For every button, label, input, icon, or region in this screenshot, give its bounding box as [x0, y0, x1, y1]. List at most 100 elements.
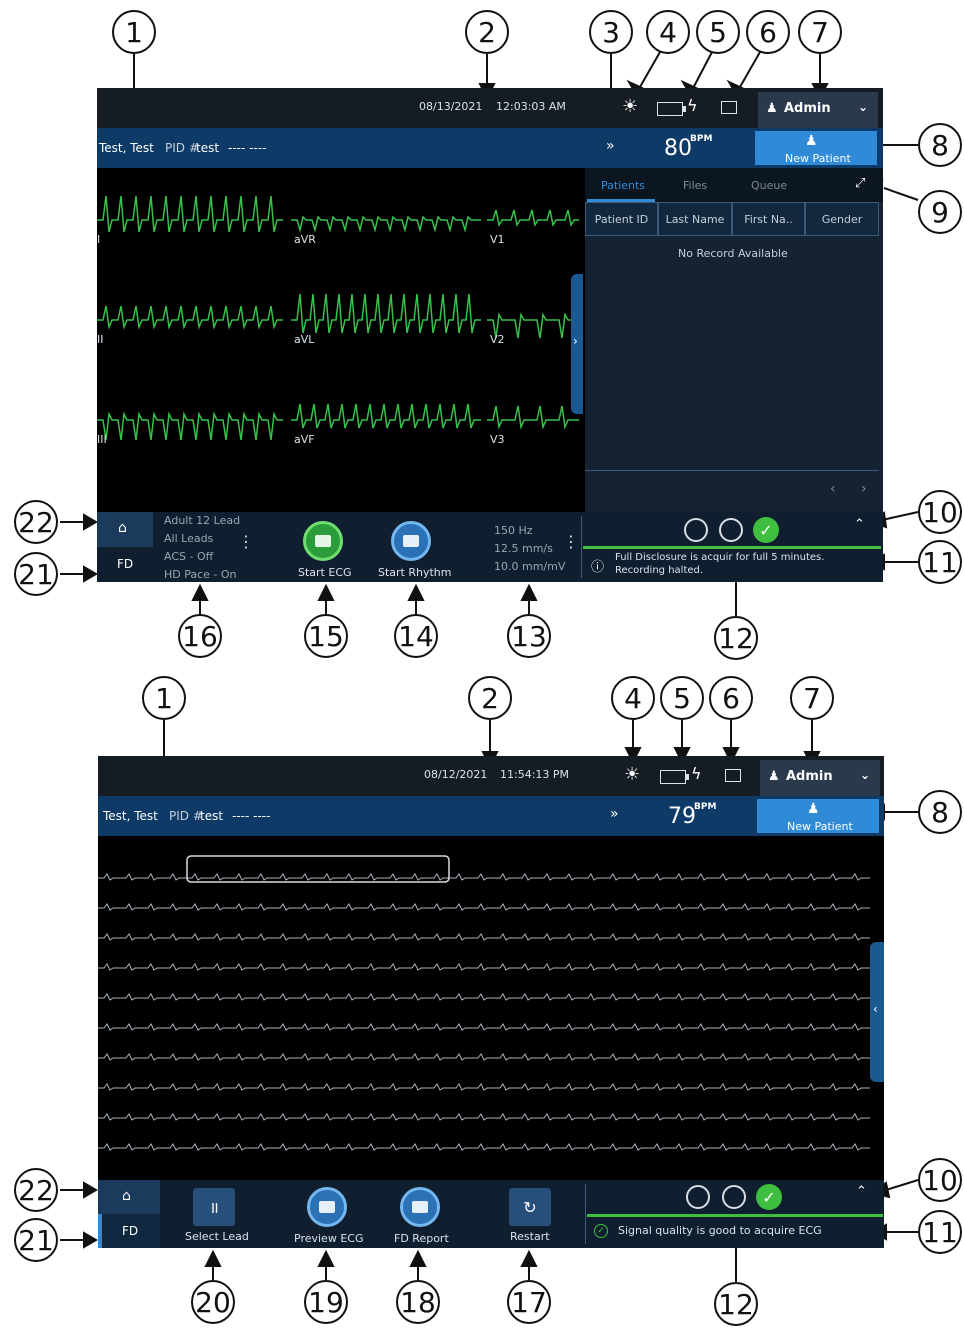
lead-label: aVL — [294, 333, 315, 346]
divider — [585, 1184, 586, 1244]
patient-list-panel: Patients Files Queue ⤢ Patient ID Last N… — [585, 168, 883, 512]
heart-rate-unit: BPM — [694, 802, 717, 812]
ecg-trace — [291, 403, 481, 429]
panel-toggle-handle[interactable]: › — [571, 274, 583, 414]
home-tab[interactable]: ⌂ — [97, 512, 153, 547]
full-disclosure-trace — [98, 903, 870, 911]
callout-8-b: 8 — [918, 790, 962, 834]
callout-3: 3 — [589, 10, 633, 54]
callout-1: 1 — [112, 10, 156, 54]
tab-patients[interactable]: Patients — [601, 179, 645, 192]
panel-tabs: Patients Files Queue ⤢ — [585, 168, 883, 202]
user-icon: ♟ — [768, 769, 780, 784]
chevron-up-icon[interactable]: ⌃ — [856, 1184, 867, 1199]
callout-14: 14 — [394, 614, 438, 658]
pid-label: PID # — [169, 809, 203, 823]
column-header[interactable]: Last Name — [658, 202, 732, 236]
callout-7: 7 — [798, 10, 842, 54]
callout-22-b: 22 — [14, 1168, 58, 1212]
chevron-down-icon: ⌄ — [860, 768, 871, 782]
column-header[interactable]: First Na.. — [732, 202, 805, 236]
user-name: Admin — [784, 101, 831, 116]
full-disclosure-traces — [98, 873, 870, 1151]
rhythm-icon — [403, 535, 419, 547]
start-rhythm-button[interactable] — [391, 521, 431, 561]
ecg-screen-full-disclosure: 08/12/2021 11:54:13 PM ☀ ϟ ♟ Admin ⌄ Tes… — [98, 756, 884, 1248]
tab-queue[interactable]: Queue — [751, 179, 787, 192]
full-disclosure-trace — [98, 933, 870, 941]
expand-banner-icon[interactable]: » — [606, 138, 615, 154]
ecg-trace — [291, 293, 481, 334]
user-name: Admin — [786, 769, 833, 784]
date-display: 08/13/2021 — [419, 100, 483, 113]
ecg-trace — [291, 215, 481, 233]
chevron-up-icon[interactable]: ⌃ — [854, 517, 865, 532]
new-patient-button[interactable]: ♟ New Patient — [755, 131, 877, 165]
pause-icon: ॥ — [209, 1198, 219, 1217]
restart-icon: ↻ — [523, 1197, 537, 1217]
column-header[interactable]: Patient ID — [585, 202, 658, 236]
callout-12-b: 12 — [714, 1282, 758, 1326]
restart-button[interactable]: ↻ — [509, 1188, 551, 1226]
signal-quality-good-icon: ✓ — [753, 517, 779, 543]
prev-page-icon[interactable]: ‹ — [830, 481, 836, 497]
fd-tab[interactable]: FD — [97, 547, 153, 582]
heart-rate-value: 79 — [668, 804, 696, 829]
restart-label: Restart — [510, 1230, 550, 1243]
bottom-action-bar: ⌂ FD ॥ Select Lead Preview ECG FD Report… — [98, 1180, 884, 1248]
new-patient-label: New Patient — [787, 820, 853, 833]
network-icon[interactable] — [725, 769, 741, 782]
filter-more-icon[interactable]: ⋮ — [563, 534, 579, 550]
select-lead-label: Select Lead — [185, 1230, 249, 1243]
column-header[interactable]: Gender — [805, 202, 879, 236]
chevron-down-icon: ⌄ — [858, 100, 869, 114]
network-icon[interactable] — [721, 101, 737, 114]
heart-rate-value: 80 — [664, 136, 692, 161]
callout-8: 8 — [918, 123, 962, 167]
callout-15: 15 — [304, 614, 348, 658]
brightness-icon[interactable]: ☀ — [624, 764, 640, 785]
callout-5: 5 — [696, 10, 740, 54]
pause-button[interactable]: ॥ — [193, 1188, 235, 1226]
signal-quality-empty-icon — [719, 518, 743, 542]
chevron-left-icon: ‹ — [873, 1002, 878, 1016]
ecg-trace — [487, 209, 579, 228]
fd-tab-label: FD — [117, 557, 134, 571]
home-tab[interactable]: ⌂ — [98, 1180, 160, 1214]
brightness-icon[interactable]: ☀ — [622, 96, 638, 117]
new-patient-button[interactable]: ♟ New Patient — [757, 799, 879, 833]
preview-ecg-button[interactable] — [307, 1187, 347, 1227]
divider — [585, 470, 879, 471]
settings-more-icon[interactable]: ⋮ — [238, 534, 254, 550]
chevron-right-icon: › — [573, 334, 578, 348]
next-page-icon[interactable]: › — [861, 481, 867, 497]
callout-19: 19 — [304, 1280, 348, 1324]
tab-files[interactable]: Files — [683, 179, 707, 192]
fd-tab[interactable]: FD — [98, 1214, 160, 1248]
patient-banner[interactable]: Test, Test PID # test ---- ---- » 80 BPM… — [97, 128, 883, 168]
expand-banner-icon[interactable]: » — [610, 806, 619, 822]
callout-5-b: 5 — [660, 676, 704, 720]
panel-toggle-handle[interactable]: ‹ — [870, 942, 884, 1082]
table-header: Patient ID Last Name First Na.. Gender — [585, 202, 879, 236]
setting-leads: All Leads — [164, 532, 214, 545]
callout-2: 2 — [465, 10, 509, 54]
callout-11: 11 — [918, 540, 962, 584]
fd-report-button[interactable] — [400, 1187, 440, 1227]
fd-report-label: FD Report — [394, 1232, 449, 1245]
filter-speed: 12.5 mm/s — [494, 542, 553, 555]
add-patient-icon: ♟ — [805, 133, 818, 149]
ecg-trace — [97, 305, 283, 330]
user-menu[interactable]: ♟ Admin ⌄ — [758, 92, 878, 128]
charging-icon: ϟ — [691, 764, 702, 783]
battery-icon — [660, 770, 689, 784]
expand-icon[interactable]: ⤢ — [855, 176, 865, 191]
lead-label: V2 — [490, 333, 505, 346]
patient-banner[interactable]: Test, Test PID # test ---- ---- » 79 BPM… — [98, 796, 884, 836]
user-menu[interactable]: ♟ Admin ⌄ — [760, 760, 880, 796]
callout-21-b: 21 — [14, 1218, 58, 1262]
full-disclosure-trace — [98, 873, 870, 881]
empty-table-message: No Record Available — [678, 247, 788, 260]
preview-ecg-icon — [319, 1201, 335, 1213]
start-ecg-button[interactable] — [303, 521, 343, 561]
